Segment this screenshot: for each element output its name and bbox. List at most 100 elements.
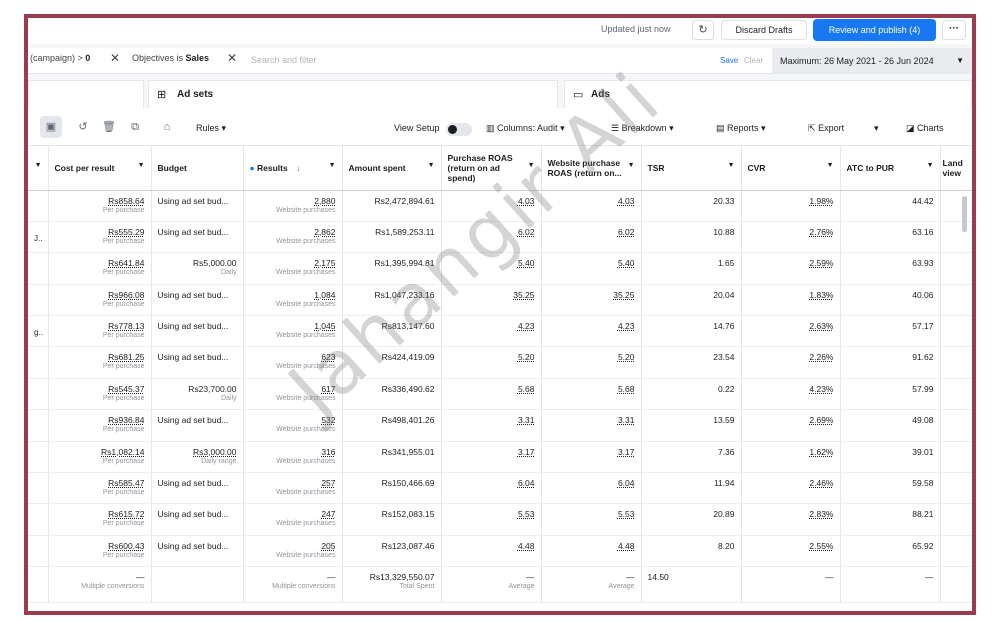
cell-value[interactable]: Rs966.08 xyxy=(55,290,144,300)
table-row[interactable]: g.. Rs778.13 Per purchase Using ad set bud.… xyxy=(28,315,972,348)
cell-value[interactable]: 1,084 xyxy=(250,290,335,300)
cell-value[interactable]: Rs3,000.00 xyxy=(158,447,236,457)
tab-campaigns[interactable] xyxy=(28,80,144,108)
rules-button[interactable]: Rules ▾ xyxy=(196,118,226,138)
review-publish-button[interactable]: Review and publish (4) xyxy=(813,19,936,41)
preview-icon[interactable]: ⧉ xyxy=(124,116,146,138)
cell-subtext: Per purchase xyxy=(102,269,145,277)
top-header-bar: Updated just now ↻ Discard Drafts Review… xyxy=(28,18,972,44)
column-header-budget[interactable]: Budget xyxy=(151,146,244,191)
cell-value[interactable]: 2.63% xyxy=(748,321,833,331)
cell-value[interactable]: Rs681.25 xyxy=(55,352,144,362)
cell-value[interactable]: 1.98% xyxy=(748,196,833,206)
column-header-results[interactable]: ● Results ↓ ▼ xyxy=(243,146,343,191)
cell-value[interactable]: Rs555.29 xyxy=(55,227,144,237)
tab-ad-sets[interactable]: ⊞ Ad sets xyxy=(148,80,558,108)
table-row[interactable]: Rs681.25 Per purchase Using ad set bud... 6… xyxy=(28,346,972,379)
cell-value[interactable]: 247 xyxy=(250,509,335,519)
table-row[interactable]: Rs545.37 Per purchase Rs23,700.00 Daily 617 W… xyxy=(28,378,972,411)
cell-value[interactable]: Rs545.37 xyxy=(55,384,144,394)
cell-subtext: Per purchase xyxy=(102,426,145,434)
cell-value[interactable]: 2.55% xyxy=(748,541,833,551)
cell-value[interactable]: Rs1,082.14 xyxy=(55,447,144,457)
cell-value[interactable]: 257 xyxy=(250,478,335,488)
column-header-atc[interactable]: ATC to PUR ▼ xyxy=(840,146,941,191)
discard-drafts-button[interactable]: Discard Drafts xyxy=(721,20,807,40)
cell-value[interactable]: 4.48 xyxy=(548,541,635,551)
cell-value[interactable]: 2.83% xyxy=(748,509,833,519)
cell-value[interactable]: 6.04 xyxy=(548,478,635,488)
cell-value[interactable]: 205 xyxy=(250,541,335,551)
cell-value[interactable]: 35.25 xyxy=(548,290,634,300)
table-row[interactable]: Rs615.72 Per purchase Using ad set bud... 2… xyxy=(28,503,972,536)
cell-value[interactable]: 4.23% xyxy=(748,384,833,394)
delete-icon[interactable]: 🗑 xyxy=(98,116,120,138)
column-header-land[interactable]: Land view xyxy=(940,146,972,191)
cell-value[interactable]: 6.04 xyxy=(448,478,535,488)
column-header-amount[interactable]: Amount spent ▼ xyxy=(342,146,442,191)
cell-value[interactable]: 5.40 xyxy=(548,258,635,268)
reports-button[interactable]: ▤ Reports ▾ xyxy=(716,118,766,138)
tag-icon[interactable]: ⌂ xyxy=(156,116,178,138)
cell-value[interactable]: 2,880 xyxy=(250,196,335,206)
clear-filter-link[interactable]: Clear xyxy=(744,56,763,65)
cell-value[interactable]: 5.68 xyxy=(548,384,635,394)
vertical-scrollbar[interactable] xyxy=(962,196,967,232)
cell-value[interactable]: 3.31 xyxy=(548,415,635,425)
search-filter-input[interactable]: Search and filter xyxy=(251,55,317,65)
cell-value[interactable]: 5.53 xyxy=(448,509,535,519)
cell-value[interactable]: 4.23 xyxy=(548,321,635,331)
table-row[interactable]: Rs585.47 Per purchase Using ad set bud... 2… xyxy=(28,472,972,505)
table-row[interactable]: Rs600.43 Per purchase Using ad set bud... 2… xyxy=(28,535,972,568)
column-header-tsr[interactable]: TSR ▼ xyxy=(641,146,742,191)
date-range-picker[interactable]: Maximum: 26 May 2021 - 26 Jun 2024 ▼ xyxy=(772,48,972,74)
close-icon[interactable]: ✕ xyxy=(110,51,120,65)
cell-value[interactable]: 5.20 xyxy=(448,352,535,362)
cell-value[interactable]: 5.53 xyxy=(548,509,635,519)
cell-value[interactable]: 2.46% xyxy=(748,478,833,488)
cell-value[interactable]: Rs778.13 xyxy=(55,321,144,331)
undo-icon[interactable]: ↺ xyxy=(72,116,94,138)
filter-chip-objective[interactable]: Objectives is Sales xyxy=(132,53,209,63)
cell-value[interactable]: Rs858.64 xyxy=(55,196,144,206)
refresh-button[interactable]: ↻ xyxy=(692,20,714,40)
close-icon[interactable]: ✕ xyxy=(227,51,237,65)
cell-value[interactable]: 3.31 xyxy=(448,415,535,425)
cell-value[interactable]: 3.17 xyxy=(448,447,535,457)
cell-value[interactable]: 2.69% xyxy=(748,415,833,425)
cell-value[interactable]: 2,862 xyxy=(250,227,335,237)
cell-value[interactable]: 1.83% xyxy=(748,290,833,300)
view-setup-toggle[interactable] xyxy=(446,123,472,136)
cell-value[interactable]: Rs641.84 xyxy=(55,258,144,268)
cell-value[interactable]: Rs936.84 xyxy=(55,415,144,425)
cell-value[interactable]: 2.76% xyxy=(748,227,833,237)
table-row[interactable]: Rs936.84 Per purchase Using ad set bud... 5… xyxy=(28,409,972,442)
column-header-cvr[interactable]: CVR ▼ xyxy=(741,146,841,191)
column-header-cost[interactable]: Cost per result ▼ xyxy=(48,146,152,191)
column-header-lead[interactable]: ▼ xyxy=(28,146,49,191)
cell-value[interactable]: 316 xyxy=(250,447,335,457)
table-row[interactable]: Rs966.08 Per purchase Using ad set bud... 1… xyxy=(28,284,972,317)
filter-chip-campaign[interactable]: (campaign) > 0 xyxy=(30,53,90,63)
cell-value[interactable]: 2.26% xyxy=(748,352,833,362)
row-name-fragment: g.. xyxy=(34,328,43,338)
cell-value[interactable]: 2.59% xyxy=(748,258,833,268)
duplicate-icon[interactable]: ▣ xyxy=(40,116,62,138)
cell-value[interactable]: 5.68 xyxy=(448,384,535,394)
charts-button[interactable]: ◪ Charts xyxy=(906,118,944,138)
cell-value[interactable]: 4.23 xyxy=(448,321,535,331)
more-options-button[interactable]: ··· xyxy=(942,20,966,40)
export-button[interactable]: ⇱ Export xyxy=(808,118,844,138)
cell-value[interactable]: Rs585.47 xyxy=(55,478,144,488)
cell-value[interactable]: 1.62% xyxy=(748,447,833,457)
export-dropdown-button[interactable]: ▾ xyxy=(874,118,879,138)
cell-value[interactable]: Rs615.72 xyxy=(55,509,144,519)
cell-value[interactable]: 5.20 xyxy=(548,352,635,362)
cell-value[interactable]: 6.02 xyxy=(548,227,635,237)
cell-value[interactable]: Rs600.43 xyxy=(55,541,144,551)
cell-value[interactable]: 2,175 xyxy=(250,258,335,268)
cell-value[interactable]: 4.48 xyxy=(448,541,535,551)
cell-value[interactable]: 3.17 xyxy=(548,447,635,457)
table-row[interactable]: Rs1,082.14 Per purchase Rs3,000.00 Daily ra… xyxy=(28,441,972,474)
save-filter-link[interactable]: Save xyxy=(720,56,738,65)
